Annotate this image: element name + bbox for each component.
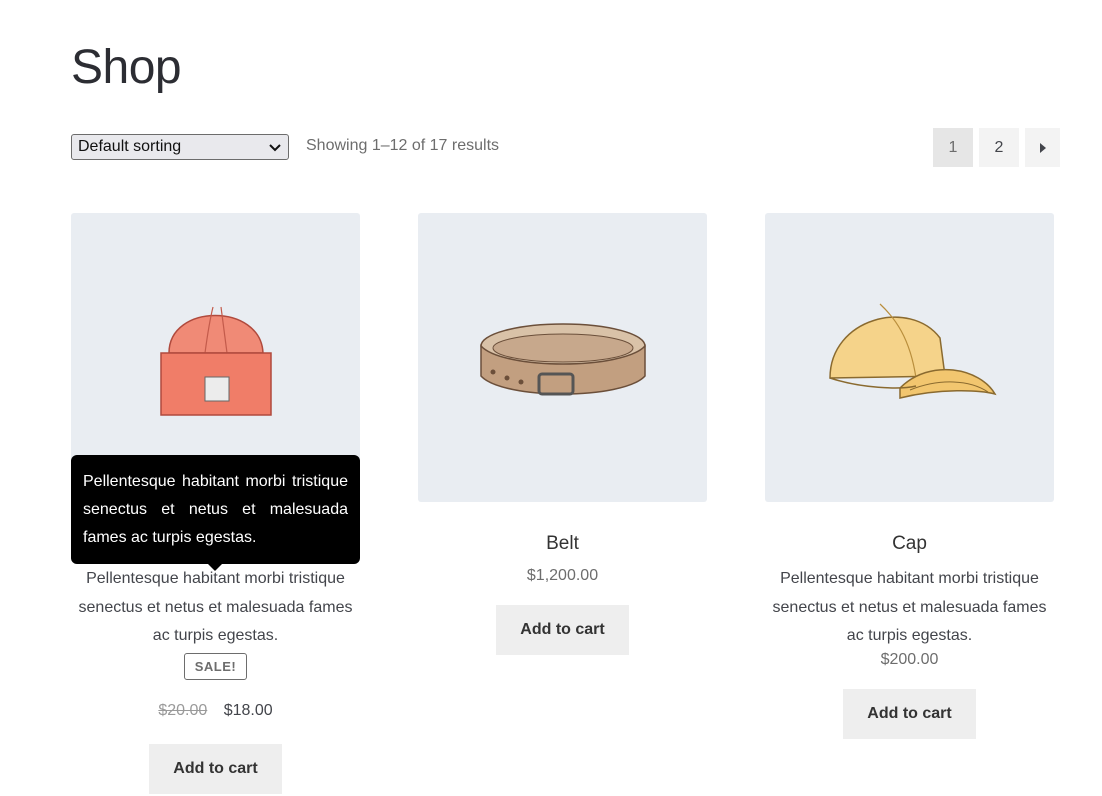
description-tooltip: Pellentesque habitant morbi tristique se… <box>71 455 360 564</box>
product-price: $1,200.00 <box>526 567 599 584</box>
add-to-cart-button-beanie[interactable]: Add to cart <box>149 743 282 794</box>
belt-image <box>479 322 646 395</box>
product-image-cap[interactable] <box>765 213 1054 502</box>
next-page-button[interactable] <box>1025 128 1060 167</box>
sale-badge: SALE! <box>183 652 248 680</box>
cap-image <box>828 303 997 399</box>
product-description: Pellentesque habitant morbi tristique se… <box>78 570 353 644</box>
product-title[interactable]: Cap <box>765 533 1054 555</box>
product-image-belt[interactable] <box>418 213 707 502</box>
sale-price: $18.00 <box>223 701 273 719</box>
sorting-select-value: Default sorting <box>78 138 182 155</box>
triangle-right-icon <box>1039 142 1046 153</box>
result-count: Showing 1–12 of 17 results <box>306 137 500 154</box>
product-price: $20.00 $18.00 <box>71 702 360 720</box>
chevron-down-icon <box>269 144 281 152</box>
product-description: Pellentesque habitant morbi tristique se… <box>772 570 1047 644</box>
regular-price: $20.00 <box>158 701 208 719</box>
shop-page: Shop Default sorting Showing 1–12 of 17 … <box>0 0 1102 796</box>
sorting-select[interactable]: Default sorting <box>71 134 289 160</box>
page-title: Shop <box>71 41 182 94</box>
sale-badge-wrap: SALE! <box>71 651 360 680</box>
add-to-cart-button-cap[interactable]: Add to cart <box>843 688 976 739</box>
page-2-link[interactable]: 2 <box>979 128 1019 167</box>
beanie-image <box>159 306 272 416</box>
product-cap: Cap Pellentesque habitant morbi tristiqu… <box>765 213 1054 739</box>
page-1-current: 1 <box>933 128 973 167</box>
product-price: $200.00 <box>880 650 939 668</box>
pagination: 1 2 <box>933 128 1060 167</box>
product-beanie-details: Pellentesque habitant morbi tristique se… <box>71 565 360 794</box>
product-belt: Belt $1,200.00 Add to cart <box>418 213 707 655</box>
add-to-cart-button-belt[interactable]: Add to cart <box>496 605 629 655</box>
product-title[interactable]: Belt <box>418 533 707 555</box>
